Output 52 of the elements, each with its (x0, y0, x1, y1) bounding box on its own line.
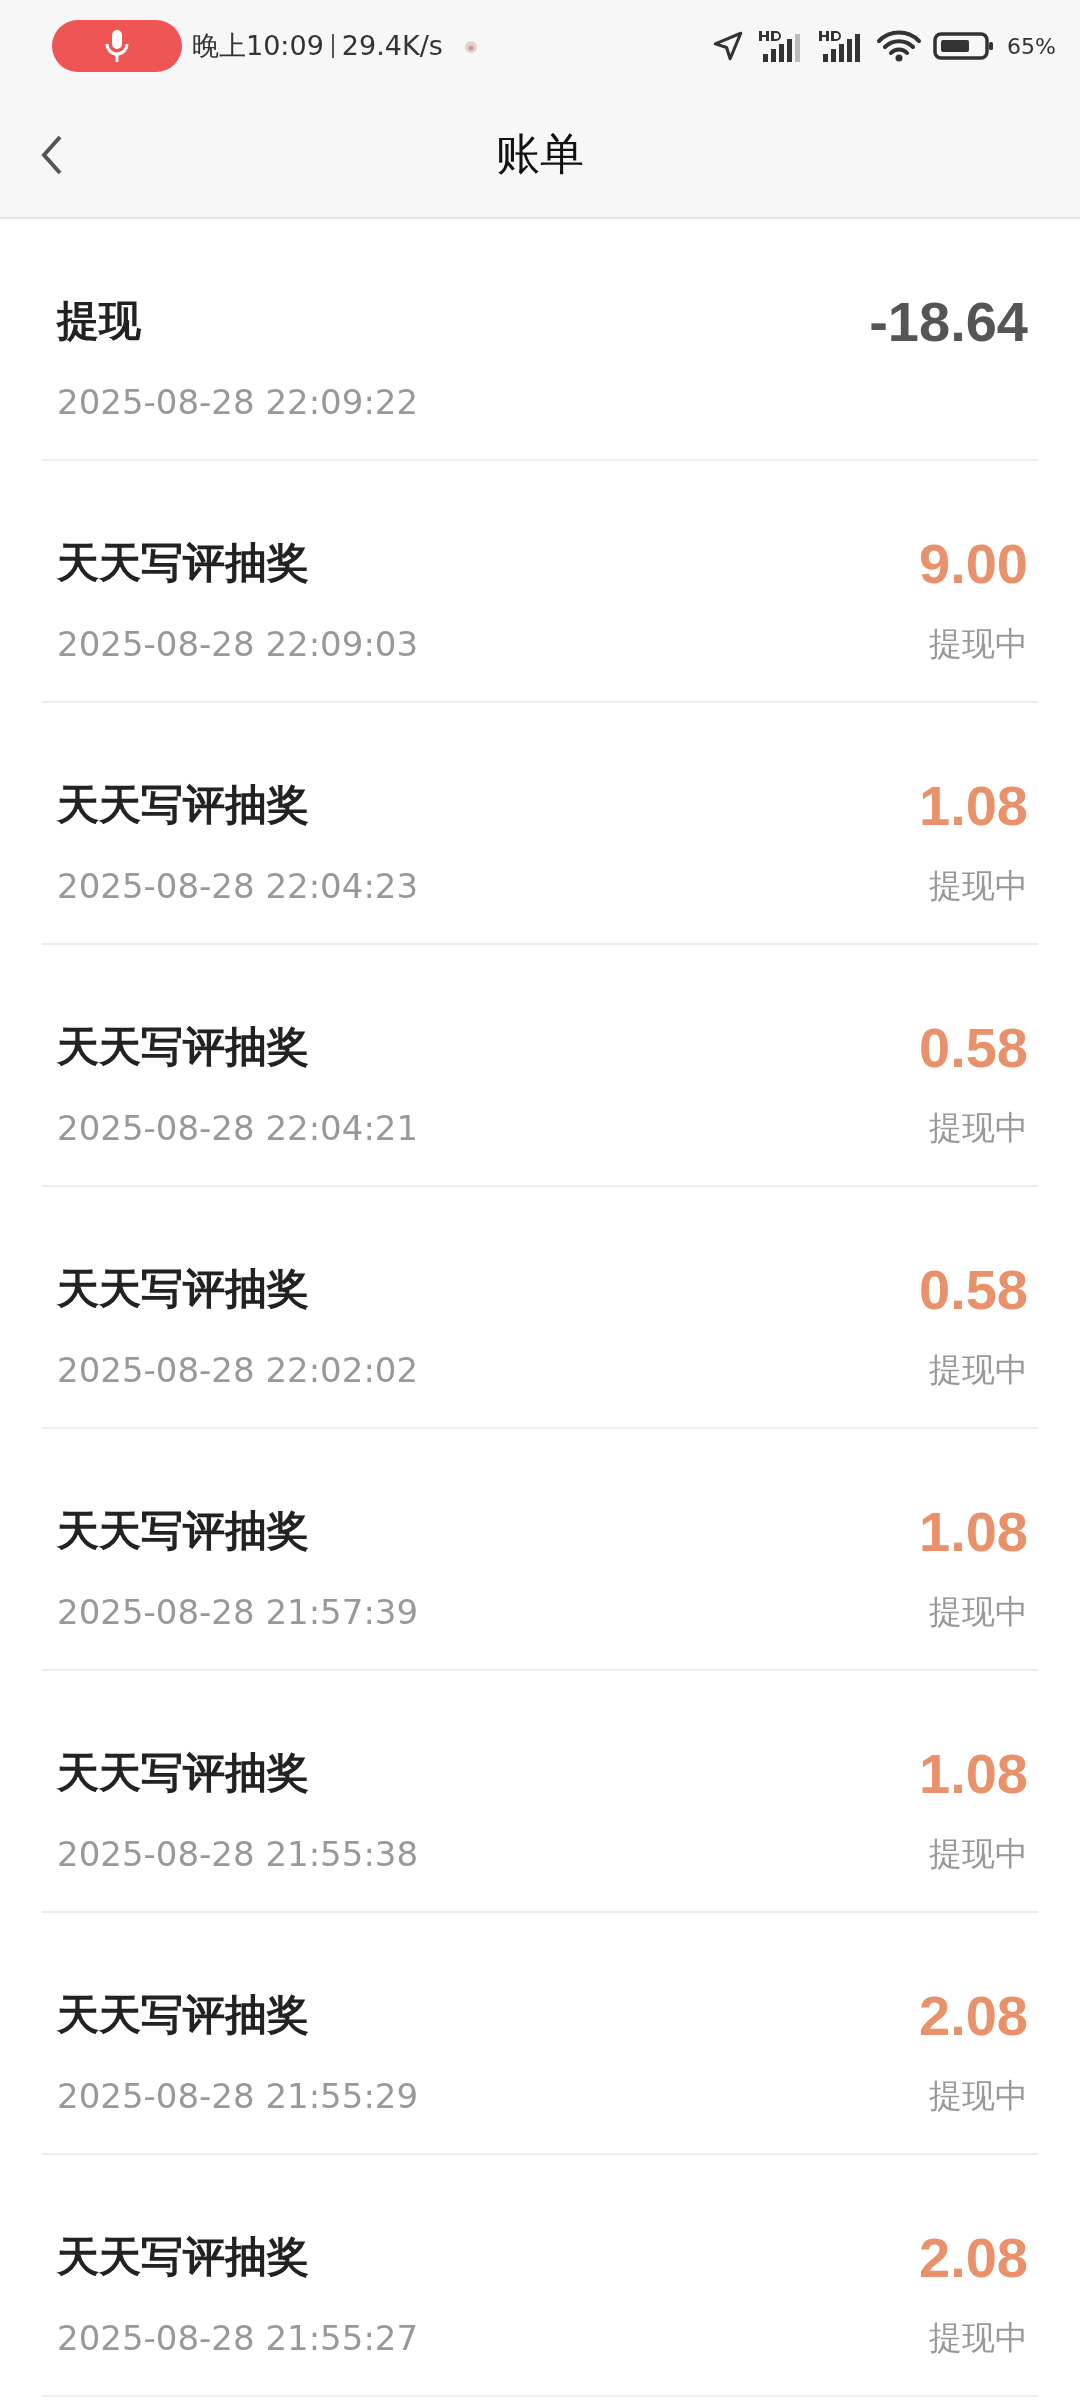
record-status: 提现中 (929, 2316, 1028, 2359)
record-amount: 1.08 (919, 772, 1028, 838)
record-title: 天天写评抽奖 (57, 537, 310, 589)
record-status: 提现中 (929, 1832, 1028, 1875)
record-amount: -18.64 (869, 288, 1028, 354)
record-title: 天天写评抽奖 (57, 779, 310, 831)
record-amount: 1.08 (919, 1498, 1028, 1564)
bill-record[interactable]: 天天写评抽奖 2.08 2025-08-28 21:55:29 提现中 (42, 1913, 1038, 2155)
record-amount: 1.08 (919, 1740, 1028, 1806)
record-title: 天天写评抽奖 (57, 1747, 310, 1799)
record-status: 提现中 (929, 1348, 1028, 1391)
record-time: 2025-08-28 22:09:22 (57, 382, 420, 422)
sticker-icon (462, 38, 479, 54)
wifi-icon (877, 29, 922, 63)
record-time: 2025-08-28 22:09:03 (57, 624, 420, 664)
record-time: 2025-08-28 22:04:21 (57, 1108, 420, 1148)
record-time: 2025-08-28 21:55:29 (57, 2076, 420, 2116)
microphone-icon (105, 29, 129, 63)
record-title: 提现 (57, 295, 142, 347)
record-title: 天天写评抽奖 (57, 1505, 310, 1557)
record-status: 提现中 (929, 2074, 1028, 2117)
record-amount: 2.08 (919, 1982, 1028, 2048)
record-time: 2025-08-28 22:04:23 (57, 866, 420, 906)
battery-icon (933, 31, 996, 61)
record-status: 提现中 (929, 622, 1028, 665)
record-status: 提现中 (929, 1590, 1028, 1633)
record-title: 天天写评抽奖 (57, 2231, 310, 2283)
record-time: 2025-08-28 21:55:38 (57, 1834, 420, 1874)
record-status: 提现中 (929, 864, 1028, 907)
record-amount: 0.58 (919, 1014, 1028, 1080)
record-amount: 9.00 (919, 530, 1028, 596)
bill-record[interactable]: 天天写评抽奖 2.08 2025-08-28 21:55:27 提现中 (42, 2155, 1038, 2397)
bill-record[interactable]: 提现 -18.64 2025-08-28 22:09:22 (42, 219, 1038, 461)
record-title: 天天写评抽奖 (57, 1989, 310, 2041)
status-speed: 29.4K/s (331, 34, 443, 58)
battery-percentage: 65% (1007, 33, 1056, 59)
bill-record[interactable]: 天天写评抽奖 0.58 2025-08-28 22:04:21 提现中 (42, 945, 1038, 1187)
record-status: 提现中 (929, 1106, 1028, 1149)
bill-record[interactable]: 天天写评抽奖 9.00 2025-08-28 22:09:03 提现中 (42, 461, 1038, 703)
record-amount: 0.58 (919, 1256, 1028, 1322)
bill-record[interactable]: 天天写评抽奖 1.08 2025-08-28 21:55:38 提现中 (42, 1671, 1038, 1913)
record-time: 2025-08-28 22:02:02 (57, 1350, 420, 1390)
record-amount: 2.08 (919, 2224, 1028, 2290)
status-time: 晚上10:09 (192, 29, 324, 63)
record-title: 天天写评抽奖 (57, 1263, 310, 1315)
bill-record[interactable]: 天天写评抽奖 1.08 2025-08-28 22:04:23 提现中 (42, 703, 1038, 945)
record-time: 2025-08-28 21:55:27 (57, 2318, 420, 2358)
record-time: 2025-08-28 21:57:39 (57, 1592, 420, 1632)
bill-record[interactable]: 天天写评抽奖 0.58 2025-08-28 22:02:02 提现中 (42, 1187, 1038, 1429)
bill-record[interactable]: 天天写评抽奖 1.08 2025-08-28 21:57:39 提现中 (42, 1429, 1038, 1671)
record-title: 天天写评抽奖 (57, 1021, 310, 1073)
page-title: 账单 (496, 127, 584, 181)
